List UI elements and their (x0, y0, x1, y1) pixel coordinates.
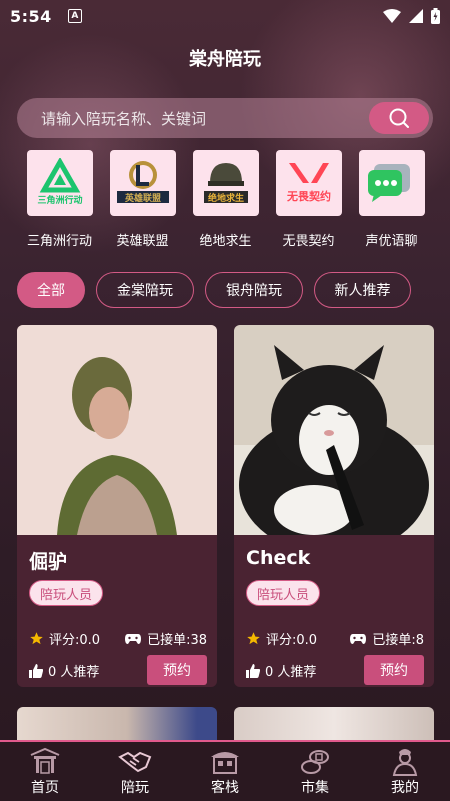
helmet-icon: 绝地求生 (203, 163, 248, 204)
tab-inn[interactable]: 客栈 (180, 744, 270, 801)
game-item-pubg[interactable]: 绝地求生 绝地求生 (184, 150, 267, 249)
filter-gold[interactable]: 金棠陪玩 (96, 272, 194, 308)
tab-label: 客栈 (211, 780, 239, 796)
search-input[interactable]: 请输入陪玩名称、关键词 (17, 98, 433, 138)
orders-text: 已接单:38 (147, 633, 207, 648)
page-title: 棠舟陪玩 (189, 49, 261, 70)
tab-label: 陪玩 (121, 780, 149, 796)
portrait-image (17, 325, 217, 535)
game-label: 绝地求生 (199, 234, 252, 249)
rating-text: 评分:0.0 (266, 633, 318, 648)
rating: 评分:0.0 (246, 629, 317, 648)
pubg-logo-text: 绝地求生 (207, 192, 243, 204)
thumbs-up-icon (29, 663, 43, 678)
game-item-lol[interactable]: 英雄联盟 英雄联盟 (101, 150, 184, 249)
game-item-voice-chat[interactable]: 声优语聊 (350, 150, 433, 249)
game-label: 无畏契约 (282, 234, 335, 249)
game-label: 声优语聊 (365, 234, 418, 249)
recommend-text: 0 人推荐 (48, 665, 100, 680)
lol-icon: 英雄联盟 (116, 161, 169, 204)
coins-icon (301, 750, 329, 774)
companion-photo (17, 325, 217, 535)
filter-silver[interactable]: 银舟陪玩 (205, 272, 303, 308)
delta-force-logo-text: 三角洲行动 (37, 194, 82, 206)
tab-label: 我的 (391, 780, 419, 796)
filter-all[interactable]: 全部 (17, 272, 85, 308)
tab-companion[interactable]: 陪玩 (90, 744, 180, 801)
status-icons (383, 8, 440, 24)
filter-newbie[interactable]: 新人推荐 (314, 272, 411, 308)
rating: 评分:0.0 (29, 629, 100, 648)
gate-icon (30, 747, 60, 774)
gamepad-icon (350, 633, 367, 644)
companion-photo (234, 325, 434, 535)
role-badge: 陪玩人员 (246, 580, 321, 606)
delta-force-icon: 三角洲行动 (37, 158, 82, 206)
battery-icon (431, 8, 440, 24)
tab-home[interactable]: 首页 (0, 744, 90, 801)
tab-label: 市集 (301, 780, 329, 796)
book-button[interactable]: 预约 (147, 655, 207, 685)
handshake-icon (118, 751, 152, 773)
role-badge: 陪玩人员 (29, 580, 104, 606)
cat-image (234, 325, 434, 535)
game-label: 英雄联盟 (116, 234, 169, 249)
search-placeholder: 请输入陪玩名称、关键词 (41, 109, 207, 128)
wifi-icon (383, 9, 401, 23)
voice-chat-logo (358, 150, 425, 216)
companion-card[interactable]: 倔驴 陪玩人员 评分:0.0 已接单:38 0 人推荐 预约 (17, 325, 217, 687)
pubg-logo: 绝地求生 (192, 150, 259, 216)
search-icon (389, 108, 409, 128)
recommend: 0 人推荐 (29, 661, 99, 680)
orders: 已接单:38 (125, 629, 207, 648)
game-category-list: 三角洲行动 三角洲行动 英雄联盟 英雄联盟 绝地求生 绝地求生 无畏契约 无畏契… (0, 150, 450, 250)
book-button[interactable]: 预约 (364, 655, 424, 685)
valorant-logo: 无畏契约 (275, 150, 342, 216)
companion-name: 倔驴 (29, 551, 68, 573)
search-button[interactable] (369, 102, 429, 134)
game-item-valorant[interactable]: 无畏契约 无畏契约 (267, 150, 350, 249)
filter-bar: 全部 金棠陪玩 银舟陪玩 新人推荐 (0, 272, 450, 308)
notification-icon: A (67, 9, 82, 23)
orders-text: 已接单:8 (372, 633, 424, 648)
gamepad-icon (125, 633, 142, 644)
rating-text: 评分:0.0 (49, 633, 101, 648)
inn-icon (211, 752, 239, 774)
valorant-logo-text: 无畏契约 (286, 189, 331, 203)
card-body: Check 陪玩人员 评分:0.0 已接单:8 0 人推荐 预约 (234, 535, 434, 687)
tab-mine[interactable]: 我的 (360, 744, 450, 801)
tab-market[interactable]: 市集 (270, 744, 360, 801)
game-item-delta-force[interactable]: 三角洲行动 三角洲行动 (18, 150, 101, 249)
person-icon (392, 749, 418, 776)
lol-logo: 英雄联盟 (109, 150, 176, 216)
companion-card[interactable]: Check 陪玩人员 评分:0.0 已接单:8 0 人推荐 预约 (234, 325, 434, 687)
lol-logo-text: 英雄联盟 (123, 192, 160, 204)
signal-icon (409, 9, 423, 23)
game-label: 三角洲行动 (26, 234, 92, 249)
thumbs-up-icon (246, 663, 260, 678)
star-icon (247, 632, 260, 645)
star-icon (30, 632, 43, 645)
status-time: 5:54 (10, 6, 52, 26)
status-bar: 5:54 A (0, 0, 450, 32)
recommend-text: 0 人推荐 (265, 665, 317, 680)
chat-bubble-icon (367, 164, 410, 202)
companion-name: Check (246, 547, 311, 569)
card-body: 倔驴 陪玩人员 评分:0.0 已接单:38 0 人推荐 预约 (17, 535, 217, 687)
bottom-tab-bar: 首页 陪玩 客栈 市集 我的 (0, 740, 450, 801)
valorant-icon: 无畏契约 (286, 163, 331, 203)
tab-label: 首页 (31, 780, 59, 796)
orders: 已接单:8 (350, 629, 424, 648)
delta-force-logo: 三角洲行动 (26, 150, 93, 216)
recommend: 0 人推荐 (246, 661, 316, 680)
